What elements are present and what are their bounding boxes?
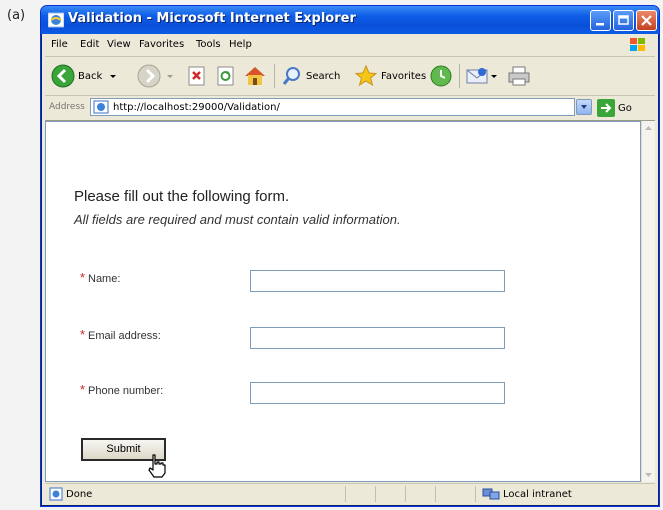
form-heading: Please fill out the following form. [74, 188, 290, 205]
chevron-down-icon [581, 105, 587, 109]
menu-view[interactable]: View [107, 39, 131, 50]
zone-label: Local intranet [503, 488, 572, 500]
toolbar-separator [459, 64, 460, 88]
address-bar: Address http://localhost:29000/Validatio… [45, 96, 655, 121]
close-button[interactable] [636, 10, 657, 31]
minimize-button[interactable] [590, 10, 611, 31]
ie-icon [48, 12, 64, 28]
required-marker: * [80, 327, 86, 342]
hand-cursor-icon [148, 454, 166, 478]
name-label: Name: [88, 273, 121, 285]
page-icon [93, 100, 109, 114]
stop-icon [188, 66, 205, 86]
figure-label: (a) [7, 8, 26, 23]
menu-file[interactable]: File [51, 39, 68, 50]
search-icon [282, 67, 300, 85]
forward-arrow-icon [137, 64, 161, 88]
mail-icon [466, 68, 488, 84]
search-label: Search [306, 70, 341, 82]
intranet-icon [482, 488, 500, 500]
go-label: Go [618, 102, 632, 114]
phone-field[interactable] [250, 382, 505, 404]
minimize-icon [596, 23, 604, 26]
vertical-scrollbar[interactable] [641, 121, 655, 482]
status-divider [405, 486, 406, 502]
menu-help[interactable]: Help [229, 39, 252, 50]
refresh-button[interactable] [215, 62, 237, 90]
search-button[interactable]: Search [281, 62, 340, 90]
refresh-icon [217, 66, 234, 86]
mail-button[interactable] [465, 62, 499, 90]
scroll-up-icon[interactable] [642, 121, 655, 135]
back-button[interactable]: Back [51, 62, 118, 90]
status-text: Done [66, 488, 93, 500]
address-label: Address [49, 102, 85, 112]
favorites-label: Favorites [381, 70, 427, 82]
menu-tools[interactable]: Tools [196, 39, 221, 50]
toolbar: Back Search Favorites [45, 57, 655, 96]
star-icon [354, 64, 378, 87]
page-content: Please fill out the following form. All … [45, 121, 641, 482]
address-input[interactable]: http://localhost:29000/Validation/ [90, 98, 575, 116]
close-icon [641, 15, 652, 26]
windows-flag-icon [630, 38, 645, 51]
maximize-icon [618, 15, 629, 25]
status-divider [475, 486, 476, 502]
media-button[interactable] [429, 62, 453, 90]
phone-label: Phone number: [88, 385, 164, 397]
menu-bar: File Edit View Favorites Tools Help [45, 34, 655, 57]
menu-favorites[interactable]: Favorites [139, 39, 184, 50]
chevron-down-icon [491, 75, 497, 78]
home-button[interactable] [243, 62, 267, 90]
home-icon [245, 67, 265, 85]
required-marker: * [80, 270, 86, 285]
browser-window: Validation - Microsoft Internet Explorer… [40, 5, 660, 507]
menu-edit[interactable]: Edit [80, 39, 99, 50]
title-bar[interactable]: Validation - Microsoft Internet Explorer [41, 6, 659, 34]
forward-button[interactable] [137, 62, 175, 90]
go-button[interactable]: Go [597, 99, 632, 117]
window-title: Validation - Microsoft Internet Explorer [68, 11, 356, 26]
stop-button[interactable] [186, 62, 208, 90]
status-divider [435, 486, 436, 502]
page-done-icon [49, 487, 63, 501]
toolbar-separator [274, 64, 275, 88]
chevron-down-icon [167, 75, 173, 78]
email-field[interactable] [250, 327, 505, 349]
status-divider [345, 486, 346, 502]
form-subheading: All fields are required and must contain… [74, 212, 401, 227]
address-dropdown-button[interactable] [576, 99, 592, 115]
back-label: Back [78, 70, 103, 82]
favorites-button[interactable]: Favorites [354, 62, 426, 90]
maximize-button[interactable] [613, 10, 634, 31]
status-zone: Local intranet [482, 487, 572, 501]
chevron-down-icon [110, 75, 117, 78]
back-arrow-icon [51, 64, 75, 88]
status-bar: Done Local intranet [45, 483, 655, 504]
address-url: http://localhost:29000/Validation/ [113, 102, 280, 113]
email-label: Email address: [88, 330, 161, 342]
go-arrow-icon [597, 99, 615, 117]
printer-icon [508, 66, 530, 86]
required-marker: * [80, 382, 86, 397]
history-icon [430, 65, 452, 87]
status-divider [375, 486, 376, 502]
print-button[interactable] [507, 62, 531, 90]
status-done: Done [49, 487, 92, 501]
name-field[interactable] [250, 270, 505, 292]
scroll-down-icon[interactable] [642, 468, 655, 482]
